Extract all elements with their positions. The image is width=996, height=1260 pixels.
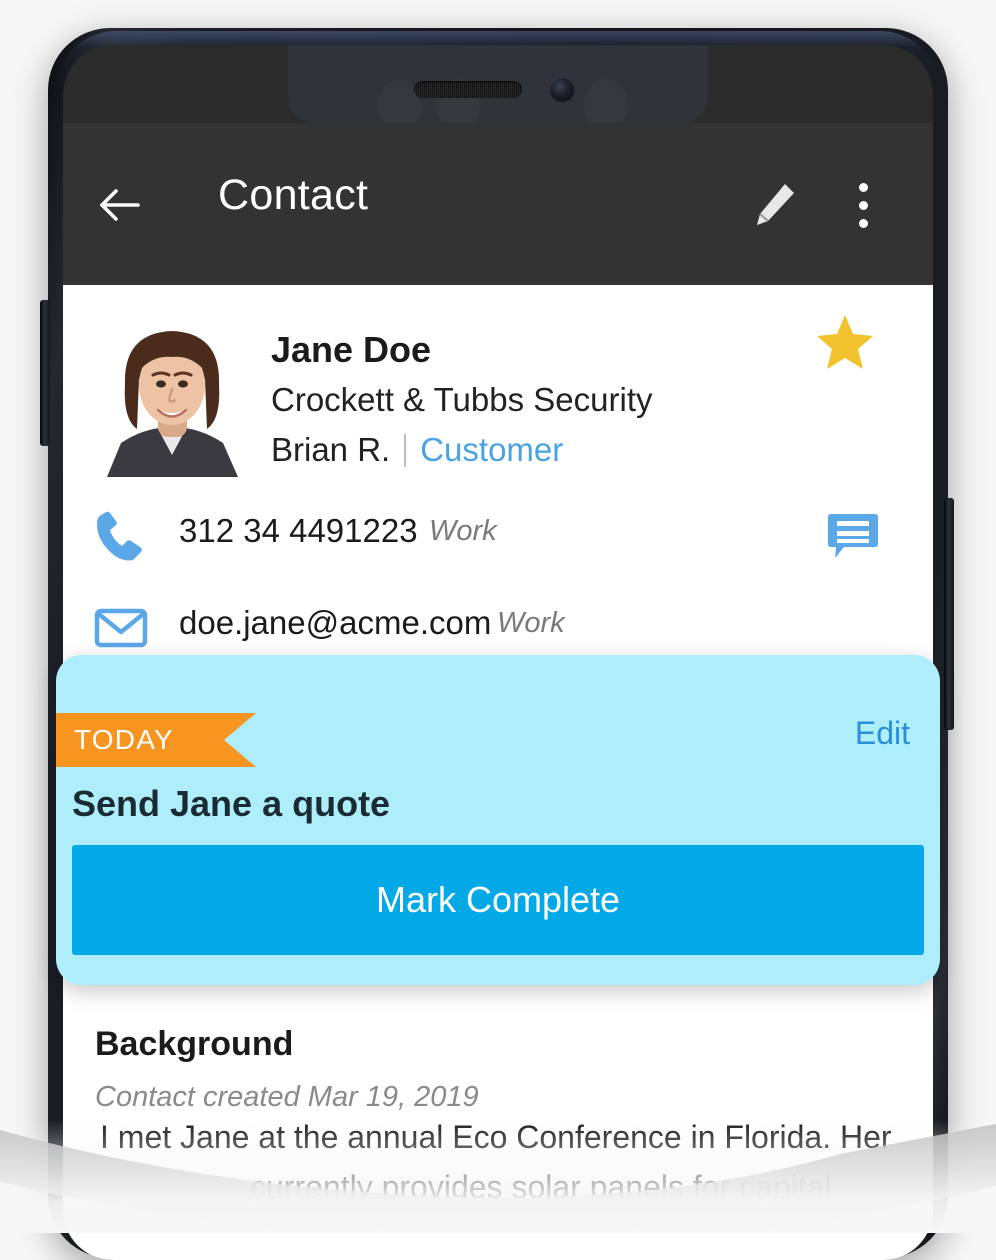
email-address[interactable]: doe.jane@acme.com [179,604,491,642]
contact-meta-row: Brian R. Customer [271,431,563,469]
meta-divider [404,433,407,467]
task-edit-link[interactable]: Edit [855,715,910,752]
overflow-dot [859,183,868,192]
mark-complete-button[interactable]: Mark Complete [72,845,924,955]
background-created-date: Contact created Mar 19, 2019 [95,1081,479,1113]
contact-name: Jane Doe [271,329,432,370]
phone-volume-button[interactable] [40,300,50,446]
task-title: Send Jane a quote [72,783,391,824]
earpiece-speaker-icon [414,81,522,98]
task-card: TODAY Edit Send Jane a quote Mark Comple… [56,655,940,985]
background-heading: Background [95,1025,294,1063]
app-bar: Contact [63,123,933,285]
task-due-ribbon: TODAY [56,713,256,767]
background-body-line: I met Jane at the annual Eco Conference … [100,1119,892,1155]
star-icon[interactable] [815,313,875,371]
back-arrow-icon[interactable] [98,185,142,225]
page-title: Contact [218,171,369,219]
overflow-dot [859,201,868,210]
envelope-icon [93,600,149,656]
contact-company: Crockett & Tubbs Security [271,381,653,418]
overflow-menu-icon[interactable] [853,181,877,231]
pencil-icon[interactable] [751,181,797,229]
overflow-dot [859,219,868,228]
background-body-line: currently provides solar panels for capi… [250,1169,832,1205]
phone-type-label: Work [429,515,497,547]
phone-power-button[interactable] [944,498,954,730]
phone-handset-icon [93,508,149,564]
contact-header: Jane Doe Crockett & Tubbs Security Brian… [63,285,933,490]
avatar[interactable] [95,315,250,477]
background-body-text: I met Jane at the annual Eco Conference … [100,1112,900,1212]
contact-owner: Brian R. [271,431,391,468]
phone-notch [288,45,708,123]
email-type-label: Work [497,607,565,639]
phone-row[interactable]: 312 34 4491223 Work [63,490,933,582]
task-due-label: TODAY [74,724,174,755]
contact-type-badge[interactable]: Customer [420,431,563,469]
phone-number[interactable]: 312 34 4491223 [179,512,418,550]
sms-message-icon[interactable] [825,508,881,564]
phone-screen: Contact Jane Doe Crockett & Tubbs Securi… [63,45,933,1260]
front-camera-icon [549,77,575,103]
